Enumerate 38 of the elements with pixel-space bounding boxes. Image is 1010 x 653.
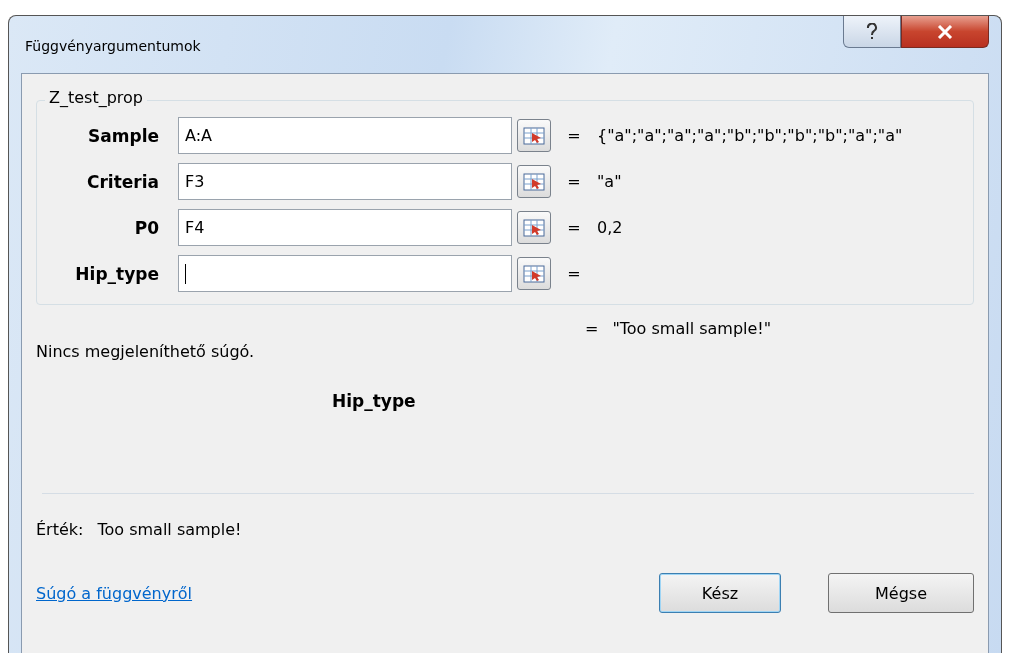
function-name: Z_test_prop <box>45 88 147 107</box>
collapse-button[interactable] <box>517 165 551 198</box>
help-text: Nincs megjeleníthető súgó. <box>36 342 256 361</box>
formula-result: "Too small sample!" <box>612 319 772 338</box>
cell-range-icon <box>523 126 545 145</box>
argument-result: "a" <box>597 172 623 191</box>
argument-field[interactable]: A:A <box>178 117 512 154</box>
argument-label: P0 <box>133 217 160 238</box>
equals-sign: = <box>566 264 582 283</box>
cancel-button[interactable]: Mégse <box>828 573 974 613</box>
argument-field[interactable]: F4 <box>178 209 512 246</box>
equals-sign: = <box>566 172 582 191</box>
value-text: Too small sample! <box>97 520 242 539</box>
equals-sign: = <box>566 218 582 237</box>
help-button[interactable] <box>843 16 901 48</box>
argument-label: Hip_type <box>74 263 160 284</box>
cell-range-icon <box>523 218 545 237</box>
argument-result: 0,2 <box>597 218 624 237</box>
argument-name: Hip_type <box>332 391 417 411</box>
collapse-button[interactable] <box>517 211 551 244</box>
help-icon <box>866 22 878 41</box>
close-icon <box>937 24 953 39</box>
argument-result: {"a";"a";"a";"a";"b";"b";"b";"b";"a";"a" <box>597 126 904 145</box>
equals-sign: = <box>585 319 599 338</box>
help-link[interactable]: Súgó a függvényről <box>36 583 659 603</box>
window-title: Függvényargumentumok <box>25 37 201 54</box>
value-label: Érték: <box>36 520 84 539</box>
collapse-button[interactable] <box>517 119 551 152</box>
cell-range-icon <box>523 264 545 283</box>
argument-field[interactable]: F3 <box>178 163 512 200</box>
argument-label: Sample <box>87 125 160 146</box>
collapse-button[interactable] <box>517 257 551 290</box>
close-button[interactable] <box>901 16 989 48</box>
equals-sign: = <box>566 126 582 145</box>
argument-label: Criteria <box>85 171 160 192</box>
ok-button[interactable]: Kész <box>659 573 781 613</box>
cell-range-icon <box>523 172 545 191</box>
argument-field[interactable] <box>178 255 512 292</box>
